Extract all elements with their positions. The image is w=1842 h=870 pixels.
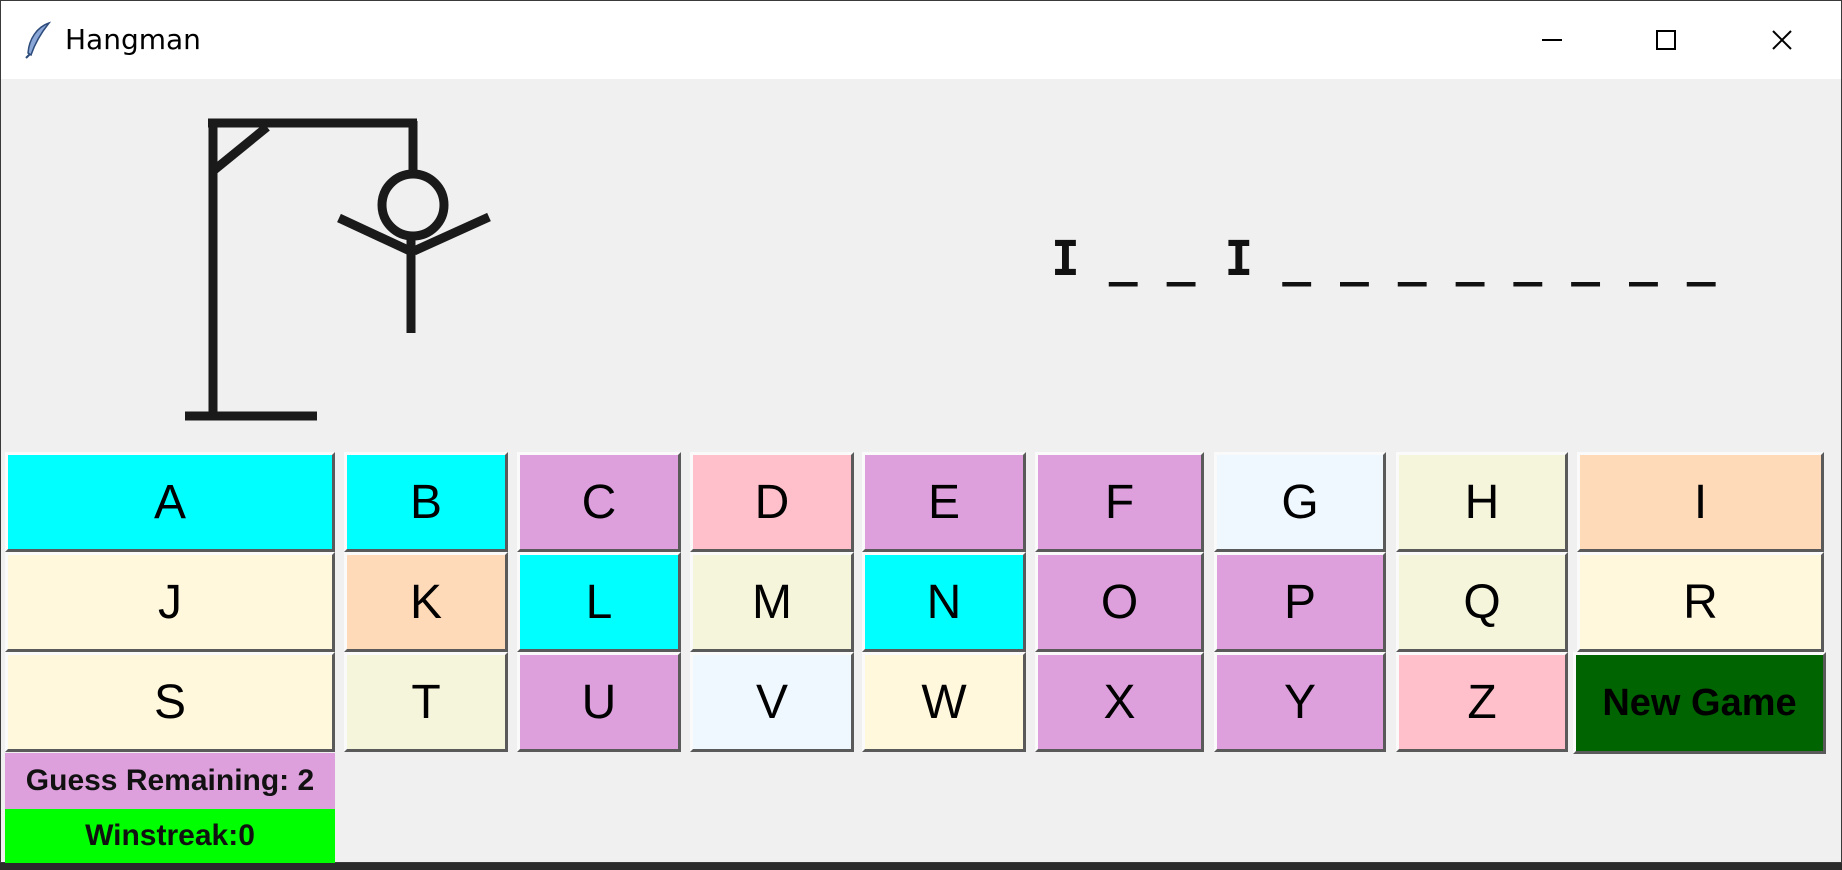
guesses-remaining-label: Guess Remaining: 2	[5, 753, 335, 809]
letter-key-k[interactable]: K	[344, 552, 508, 652]
word-display: I _ _ I _ _ _ _ _ _ _ _	[1051, 231, 1716, 287]
letter-key-c[interactable]: C	[517, 452, 681, 552]
gallows-brace	[210, 123, 270, 175]
window-title: Hangman	[65, 23, 201, 56]
minimize-button[interactable]	[1497, 1, 1607, 79]
hangman-drawing	[185, 118, 491, 421]
letter-key-h[interactable]: H	[1396, 452, 1568, 552]
letter-key-z[interactable]: Z	[1396, 652, 1568, 752]
letter-key-o[interactable]: O	[1035, 552, 1204, 652]
letter-key-d[interactable]: D	[690, 452, 854, 552]
letter-key-r[interactable]: R	[1577, 552, 1824, 652]
letter-key-t[interactable]: T	[344, 652, 508, 752]
letter-key-v[interactable]: V	[690, 652, 854, 752]
minimize-icon	[1542, 39, 1562, 41]
letter-key-n[interactable]: N	[862, 552, 1026, 652]
letter-key-y[interactable]: Y	[1214, 652, 1386, 752]
close-button[interactable]	[1727, 1, 1837, 79]
letter-key-x[interactable]: X	[1035, 652, 1204, 752]
letter-key-i[interactable]: I	[1577, 452, 1824, 552]
letter-key-w[interactable]: W	[862, 652, 1026, 752]
hangman-window: Hangman I _ _ I _ _ _ _ _ _ _ _ ABCDEFGH…	[0, 0, 1842, 863]
letter-key-u[interactable]: U	[517, 652, 681, 752]
hangman-head	[377, 169, 449, 241]
letter-key-f[interactable]: F	[1035, 452, 1204, 552]
letter-key-m[interactable]: M	[690, 552, 854, 652]
maximize-button[interactable]	[1611, 1, 1721, 79]
letter-key-l[interactable]: L	[517, 552, 681, 652]
letter-key-q[interactable]: Q	[1396, 552, 1568, 652]
winstreak-label: Winstreak:0	[5, 809, 335, 863]
feather-icon	[25, 21, 52, 59]
letter-key-b[interactable]: B	[344, 452, 508, 552]
close-icon	[1772, 30, 1792, 50]
new-game-button[interactable]: New Game	[1573, 652, 1826, 754]
title-bar[interactable]: Hangman	[1, 1, 1841, 79]
letter-key-a[interactable]: A	[5, 452, 335, 552]
maximize-icon	[1656, 30, 1676, 50]
letter-key-p[interactable]: P	[1214, 552, 1386, 652]
letter-key-j[interactable]: J	[5, 552, 335, 652]
letter-key-s[interactable]: S	[5, 652, 335, 752]
letter-key-e[interactable]: E	[862, 452, 1026, 552]
letter-key-g[interactable]: G	[1214, 452, 1386, 552]
